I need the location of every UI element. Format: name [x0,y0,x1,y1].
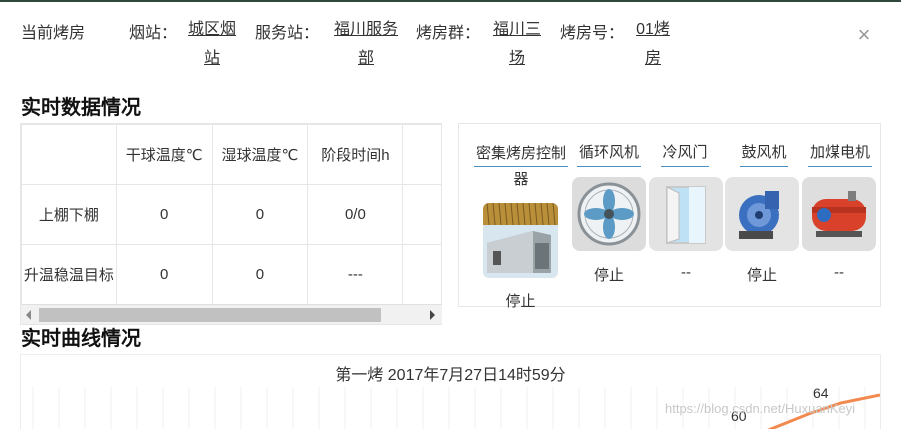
device-status-fan: 停止 [593,267,624,284]
table-cell: 0 [211,184,309,245]
table-header-cell: 湿球温度℃ [211,124,309,185]
row-name: 升温稳温目标 [21,244,117,305]
curing-barn-icon[interactable] [483,203,558,278]
device-underline [474,166,568,167]
device-label-controller[interactable]: 密集烤房控制器 [474,141,568,193]
device-label-blower[interactable]: 鼓风机 [740,141,788,167]
data-table: 干球温度℃ 湿球温度℃ 阶段时间h 上棚下棚 0 0 0/0 升温稳温目标 0 … [21,124,442,305]
device-label-door[interactable]: 冷风门 [661,141,709,167]
chart-point-label: 64 [813,385,829,401]
table-row: 上棚下棚 0 0 0/0 [21,184,442,245]
table-cell: 0/0 [307,184,404,245]
realtime-curve-title: 实时曲线情况 [21,328,141,350]
tobacco-station-value[interactable]: 城区烟 站 [184,15,240,73]
coal-motor-icon[interactable] [802,177,876,251]
device-underline [577,166,641,167]
device-underline [740,166,788,167]
current-room-title: 当前烤房 [21,25,86,42]
close-icon[interactable]: × [855,24,873,46]
tobacco-station-label: 烟站： [129,25,178,42]
barn-group-value[interactable]: 福川三 场 [489,15,545,73]
table-cell: --- [307,244,404,305]
table-cell: 0 [115,184,213,245]
table-cell: 0 [115,244,213,305]
scroll-right-arrow-icon[interactable] [430,310,435,320]
realtime-curve-chart: 第一烤 2017年7月27日14时59分 [20,354,881,429]
device-underline [661,166,709,167]
device-label-fan[interactable]: 循环风机 [577,141,641,167]
realtime-data-title: 实时数据情况 [21,97,141,119]
table-header-row: 干球温度℃ 湿球温度℃ 阶段时间h [21,124,442,185]
fan-icon[interactable] [572,177,646,251]
chart-gridlines [32,387,880,429]
table-header-cell [21,124,117,185]
table-cell-overflow [402,184,442,245]
service-station-label: 服务站： [255,25,320,42]
top-border [0,0,901,2]
scrollbar-thumb[interactable] [39,308,381,322]
barn-number-value[interactable]: 01烤 房 [633,15,673,73]
table-header-cell: 阶段时间h [307,124,404,185]
barn-group-label: 烤房群： [416,25,481,42]
table-cell: 0 [211,244,309,305]
barn-number-label: 烤房号： [560,25,625,42]
row-name: 上棚下棚 [21,184,117,245]
watermark-text: https://blog.csdn.net/HuxuanKeyi [665,401,856,416]
table-row: 升温稳温目标 0 0 --- [21,244,442,305]
device-status-blower: 停止 [746,267,777,284]
blower-icon[interactable] [725,177,799,251]
service-station-value[interactable]: 福川服务 部 [329,15,403,73]
table-header-cell: 干球温度℃ [115,124,213,185]
realtime-data-table: 干球温度℃ 湿球温度℃ 阶段时间h 上棚下棚 0 0 0/0 升温稳温目标 0 … [20,123,442,325]
door-icon[interactable] [649,177,723,251]
table-header-cell-overflow [402,124,442,185]
device-status-controller: 停止 [505,293,536,310]
device-status-coal-motor: -- [834,264,844,281]
scroll-left-arrow-icon[interactable] [26,310,31,320]
device-label-coal-motor[interactable]: 加煤电机 [808,141,872,167]
device-underline [808,166,872,167]
table-cell-overflow [402,244,442,305]
device-status-door: -- [681,264,691,281]
